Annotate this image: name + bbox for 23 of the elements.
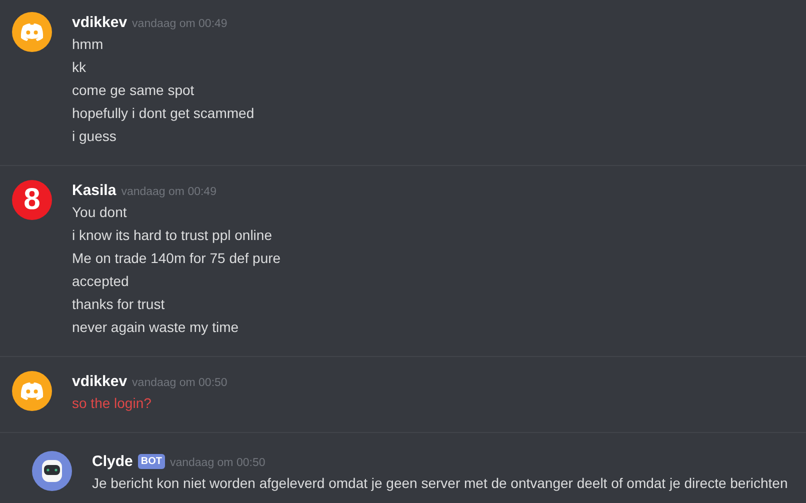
message-text: never again waste my time (72, 318, 240, 337)
username[interactable]: Kasila (72, 180, 116, 202)
username[interactable]: vdikkev (72, 12, 128, 34)
timestamp: vandaag om 00:50 (170, 456, 266, 471)
timestamp: vandaag om 00:49 (121, 185, 216, 200)
message-text: hmm (72, 35, 104, 54)
message-text: come ge same spot (72, 81, 196, 100)
message-text: thanks for trust (72, 295, 166, 314)
avatar: 8 (12, 180, 52, 220)
message-text: kk (72, 58, 87, 77)
message-text: Me on trade 140m for 75 def pure (72, 249, 281, 268)
message-text: i guess (72, 127, 118, 146)
message-text: Je bericht kon niet worden afgeleverd omdat je geen server met de ontvanger deelt of omdat je directe berichten (92, 474, 788, 493)
timestamp: vandaag om 00:49 (132, 17, 228, 32)
message-text: accepted (72, 272, 130, 291)
message-text: You dont (72, 203, 128, 222)
username[interactable]: Clyde (92, 451, 133, 474)
message-text: hopefully i dont get scammed (72, 104, 254, 123)
message-text: so the login? (72, 394, 152, 413)
timestamp: vandaag om 00:50 (132, 376, 228, 391)
bot-tag: BOT (138, 454, 165, 468)
username[interactable]: vdikkev (72, 371, 128, 394)
message-text: i know its hard to trust ppl online (72, 226, 273, 245)
